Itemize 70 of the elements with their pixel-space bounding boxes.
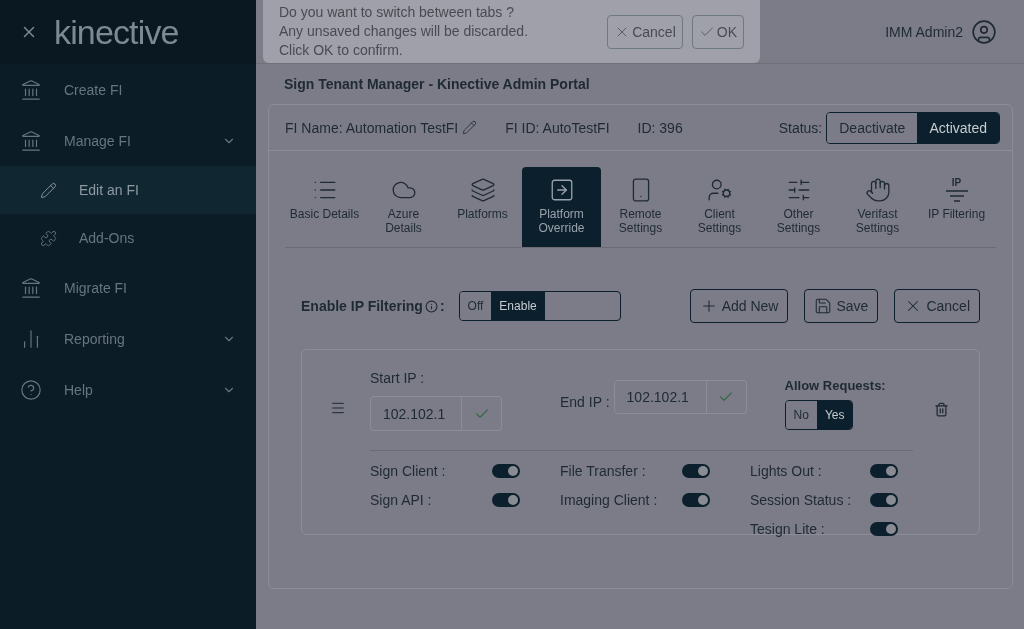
bank-icon — [20, 78, 42, 101]
pencil-icon[interactable] — [462, 120, 478, 135]
sidebar-item[interactable]: Migrate FI — [0, 262, 256, 313]
bank-icon — [20, 129, 42, 152]
tab[interactable]: Basic Details — [285, 167, 364, 247]
toggle-switch[interactable] — [870, 492, 898, 507]
dialog-button[interactable]: Cancel — [607, 14, 683, 49]
end-ip-label: End IP : — [560, 393, 610, 412]
hand-icon — [864, 177, 891, 203]
switch-label: Sign API : — [370, 490, 433, 510]
fi-id: FI ID: AutoTestFI — [505, 118, 610, 138]
tab[interactable]: Remote Settings — [601, 167, 680, 247]
user-gear-icon — [706, 177, 733, 203]
dialog-message: Any unsaved changes will be discarded. — [279, 22, 530, 41]
tab[interactable]: Platforms — [443, 167, 522, 247]
segment-option[interactable]: Enable — [491, 292, 545, 320]
user-name: IMM Admin2 — [885, 22, 963, 42]
puzzle-icon — [40, 229, 57, 247]
sidebar-subitem[interactable]: Edit an FI — [0, 166, 256, 214]
switch-label: Tesign Lite : — [750, 519, 826, 539]
tab[interactable]: Azure Details — [364, 167, 443, 247]
dialog-button[interactable]: OK — [691, 14, 744, 49]
bank-icon — [20, 276, 42, 299]
help-icon — [20, 378, 42, 401]
sidebar-item[interactable]: Manage FI — [0, 115, 256, 166]
toggle-switch[interactable] — [492, 492, 520, 507]
fi-name: FI Name: Automation TestFI — [285, 118, 459, 138]
info-icon[interactable] — [424, 299, 438, 313]
start-ip-field[interactable]: 102.102.1 — [370, 396, 462, 431]
segment-option[interactable]: Yes — [816, 400, 853, 429]
drag-handle-icon[interactable] — [330, 400, 346, 416]
switch-label: Session Status : — [750, 490, 853, 510]
sidebar-subitem[interactable]: Add-Ons — [0, 214, 256, 262]
enable-ip-filtering-label: Enable IP Filtering — [301, 297, 423, 316]
switch-label: Imaging Client : — [560, 490, 659, 510]
logo: kinective — [54, 15, 179, 49]
layers-icon — [469, 177, 496, 203]
end-ip-field[interactable]: 102.102.1 — [613, 380, 707, 414]
action-button[interactable]: Cancel — [894, 289, 980, 323]
action-button[interactable]: Add New — [689, 289, 789, 323]
switch-label: Sign Client : — [370, 461, 447, 481]
dialog-message: Click OK to confirm. — [279, 41, 404, 60]
status-label: Status: — [778, 118, 823, 138]
toggle-switch[interactable] — [870, 463, 898, 478]
tab[interactable]: Verifast Settings — [838, 167, 917, 247]
toggle-switch[interactable] — [682, 492, 710, 507]
switch-label: File Transfer : — [560, 461, 647, 481]
toggle-switch[interactable] — [870, 521, 898, 536]
pencil-icon — [40, 181, 57, 199]
segment-option[interactable]: Activated — [917, 112, 999, 143]
colon: : — [439, 297, 445, 316]
trash-icon[interactable] — [934, 402, 949, 417]
user-icon[interactable] — [971, 18, 997, 45]
id-text: ID: 396 — [637, 118, 683, 138]
save-icon — [814, 297, 833, 315]
start-ip-label: Start IP : — [370, 369, 426, 388]
toggle-switch[interactable] — [682, 463, 710, 478]
sidebar-item[interactable]: Reporting — [0, 313, 256, 364]
tab[interactable]: Platform Override — [522, 167, 601, 247]
action-button[interactable]: Save — [804, 289, 879, 323]
toggle-switch[interactable] — [492, 463, 520, 478]
tab[interactable]: IP IP Filtering — [917, 167, 996, 247]
dialog-message: Do you want to switch between tabs ? — [279, 3, 516, 22]
tab[interactable]: Client Settings — [680, 167, 759, 247]
page-title: Sign Tenant Manager - Kinective Admin Portal — [284, 76, 590, 92]
switch-label: Lights Out : — [750, 461, 823, 481]
allow-requests-label: Allow Requests: — [784, 377, 886, 395]
sidebar-item[interactable]: Help — [0, 364, 256, 415]
tab[interactable]: Other Settings — [759, 167, 838, 247]
sidebar-item[interactable]: Create FI — [0, 64, 256, 115]
